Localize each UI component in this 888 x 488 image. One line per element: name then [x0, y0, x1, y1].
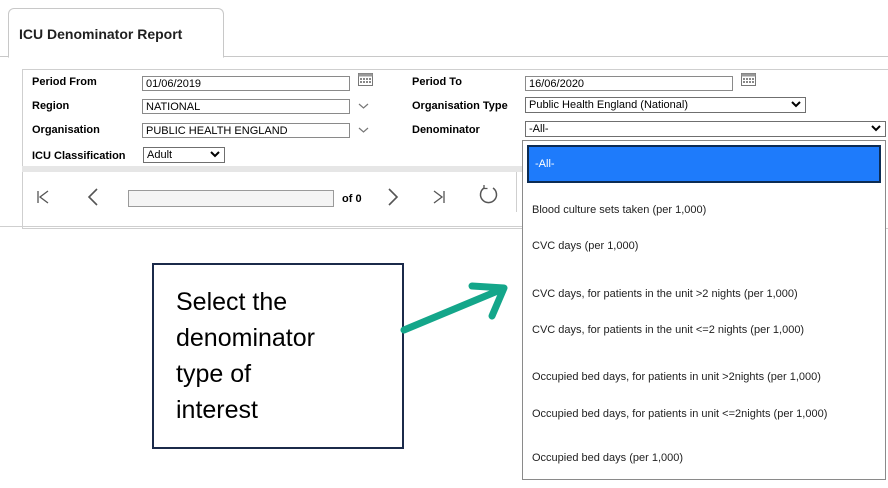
region-input[interactable]: NATIONAL: [142, 99, 350, 114]
calendar-icon[interactable]: [741, 72, 756, 86]
organisation-label: Organisation: [32, 124, 100, 136]
pager-separator: [516, 172, 517, 212]
chevron-down-icon: [210, 151, 220, 158]
period-from-input[interactable]: 01/06/2019: [142, 76, 350, 91]
dropdown-option[interactable]: Occupied bed days, for patients in unit …: [532, 408, 827, 420]
page-count-label: of 0: [342, 193, 362, 205]
organisation-type-value: Public Health England (National): [529, 99, 688, 111]
period-to-input[interactable]: 16/06/2020: [525, 76, 733, 91]
denominator-label: Denominator: [412, 124, 480, 136]
previous-page-icon[interactable]: [86, 187, 100, 207]
pager-divider: [22, 166, 528, 172]
calendar-icon[interactable]: [358, 72, 373, 86]
pager-bottom-line: [0, 226, 528, 227]
last-page-icon[interactable]: [432, 189, 446, 205]
organisation-input[interactable]: PUBLIC HEALTH ENGLAND: [142, 123, 350, 138]
chevron-down-icon[interactable]: [358, 126, 369, 134]
region-label: Region: [32, 100, 70, 112]
chevron-down-icon[interactable]: [358, 102, 369, 110]
dropdown-option[interactable]: Blood culture sets taken (per 1,000): [532, 204, 706, 216]
chevron-down-icon: [791, 101, 801, 108]
dropdown-option[interactable]: CVC days, for patients in the unit >2 ni…: [532, 288, 798, 300]
period-from-label: Period From: [32, 76, 97, 88]
icu-classification-select[interactable]: Adult: [143, 147, 225, 163]
dropdown-option[interactable]: CVC days (per 1,000): [532, 240, 638, 252]
organisation-type-select[interactable]: Public Health England (National): [525, 97, 806, 113]
chevron-down-icon: [871, 125, 881, 132]
callout-arrow: [400, 282, 508, 334]
tab-icu-denominator-report[interactable]: ICU Denominator Report: [8, 8, 224, 58]
icu-classification-value: Adult: [147, 149, 173, 161]
organisation-type-label: Organisation Type: [412, 100, 508, 112]
first-page-icon[interactable]: [36, 189, 50, 205]
dropdown-option[interactable]: Occupied bed days (per 1,000): [532, 452, 683, 464]
dropdown-option[interactable]: CVC days, for patients in the unit <=2 n…: [532, 324, 804, 336]
next-page-icon[interactable]: [386, 187, 400, 207]
denominator-select[interactable]: -All-: [525, 121, 886, 137]
callout-text: Select the denominator type of interest: [176, 288, 315, 424]
refresh-icon[interactable]: [478, 184, 500, 206]
denominator-dropdown-list[interactable]: -All- Blood culture sets taken (per 1,00…: [522, 140, 886, 480]
instruction-callout: Select the denominator type of interest: [152, 263, 404, 449]
period-to-label: Period To: [412, 76, 462, 88]
dropdown-option[interactable]: Occupied bed days, for patients in unit …: [532, 371, 821, 383]
page-number-input[interactable]: [128, 190, 334, 207]
denominator-value: -All-: [529, 123, 549, 135]
tab-label: ICU Denominator Report: [19, 26, 183, 42]
dropdown-option-selected[interactable]: -All-: [527, 145, 881, 183]
icu-classification-label: ICU Classification: [32, 150, 126, 162]
